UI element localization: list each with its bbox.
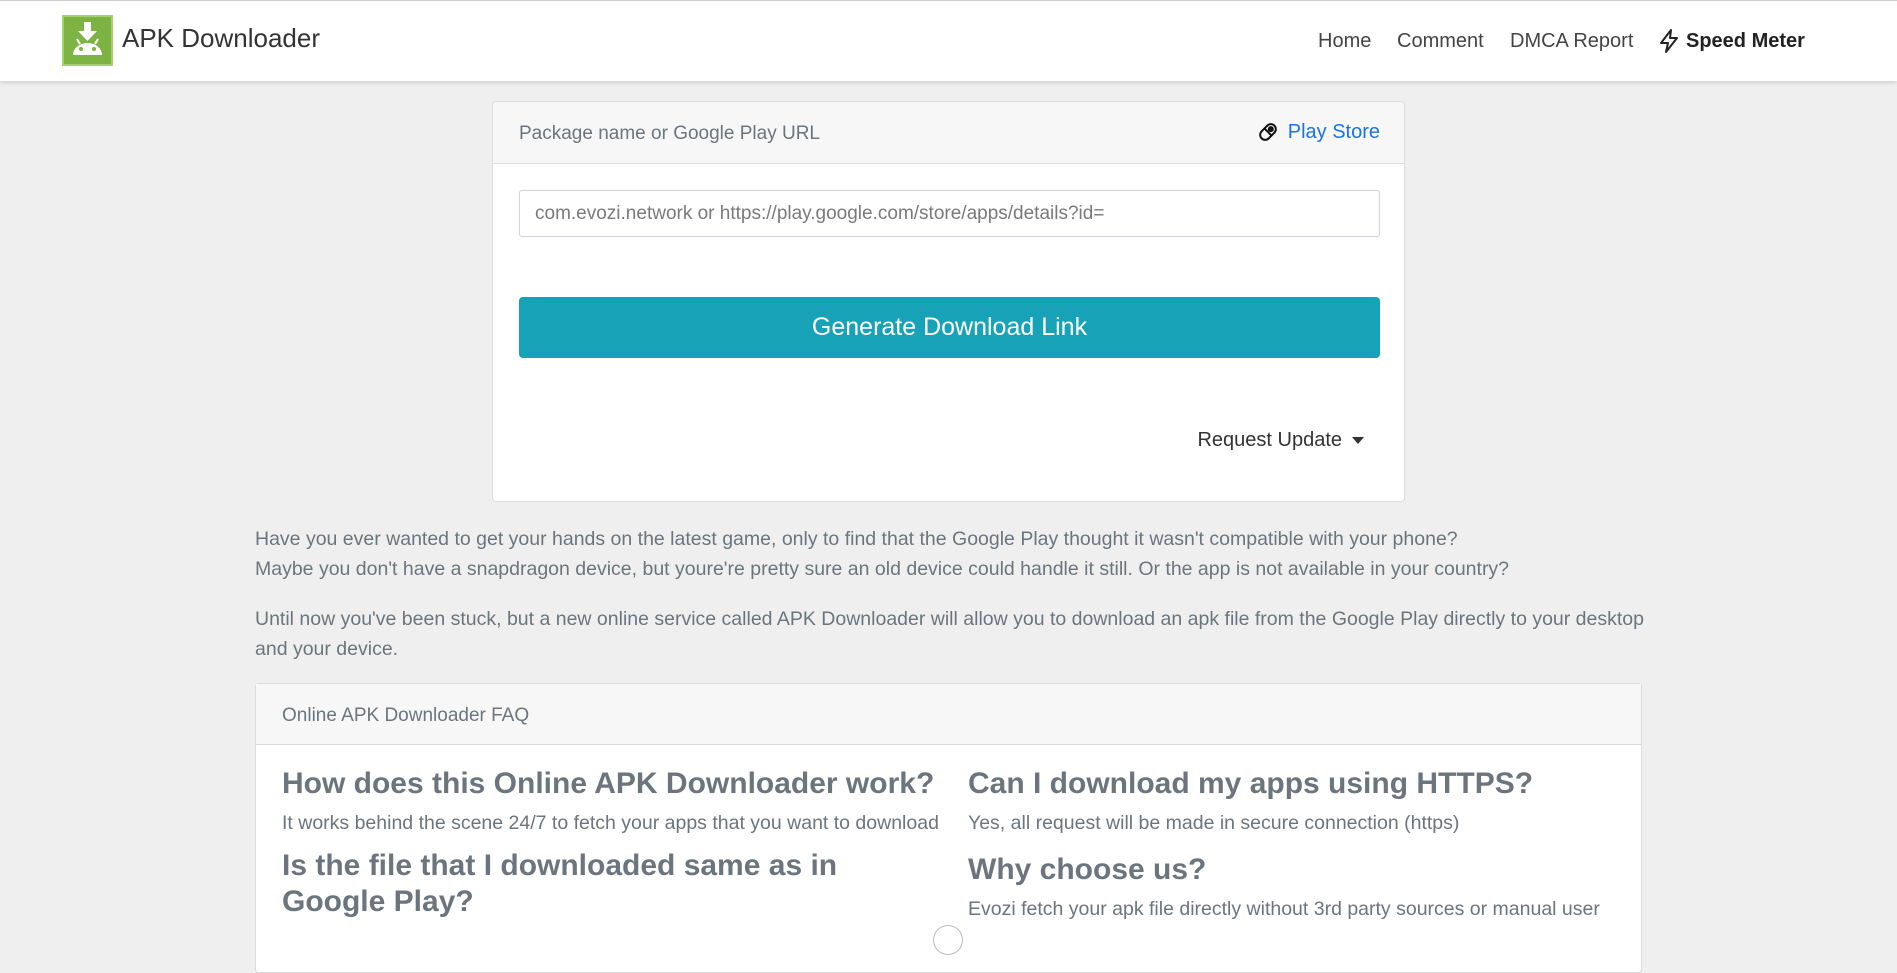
intro-paragraph-2: Until now you've been stuck, but a new o…	[255, 608, 1644, 660]
search-card: Package name or Google Play URL Play Sto…	[492, 101, 1405, 502]
top-navbar: APK Downloader Home Comment DMCA Report …	[0, 0, 1897, 81]
faq-question: Can I download my apps using HTTPS?	[968, 767, 1534, 800]
search-card-title: Package name or Google Play URL	[519, 123, 820, 144]
intro-paragraph-1: Have you ever wanted to get your hands o…	[255, 524, 1650, 584]
faq-header: Online APK Downloader FAQ	[256, 684, 1641, 745]
nav-dmca-report-link[interactable]: DMCA Report	[1510, 30, 1633, 53]
play-store-icon	[1258, 123, 1277, 141]
request-update-label: Request Update	[1197, 429, 1342, 451]
faq-question: How does this Online APK Downloader work…	[282, 767, 935, 800]
faq-answer: Yes, all request will be made in secure …	[968, 812, 1460, 834]
faq-answer: Evozi fetch your apk file directly witho…	[968, 898, 1600, 920]
faq-left-column: How does this Online APK Downloader work…	[282, 766, 942, 920]
nav-comment-link[interactable]: Comment	[1397, 30, 1484, 53]
generate-download-link-button[interactable]: Generate Download Link	[519, 297, 1380, 358]
faq-question: Is the file that I downloaded same as in…	[282, 849, 838, 918]
intro-line-2: Maybe you don't have a snapdragon device…	[255, 558, 1510, 580]
faq-title: Online APK Downloader FAQ	[282, 705, 530, 726]
scroll-hint-icon	[933, 925, 963, 955]
package-url-input[interactable]	[519, 190, 1380, 237]
android-download-icon[interactable]	[62, 15, 113, 66]
search-card-header: Package name or Google Play URL Play Sto…	[493, 102, 1404, 164]
speed-meter-label: Speed Meter	[1686, 29, 1805, 52]
play-store-link[interactable]: Play Store	[1256, 120, 1380, 144]
nav-home-link[interactable]: Home	[1318, 30, 1371, 53]
faq-question: Why choose us?	[968, 853, 1207, 886]
faq-right-column: Can I download my apps using HTTPS? Yes,…	[968, 766, 1628, 938]
intro-line-1: Have you ever wanted to get your hands o…	[255, 528, 1458, 550]
faq-answer: It works behind the scene 24/7 to fetch …	[282, 812, 939, 834]
request-update-dropdown[interactable]: Request Update	[1197, 429, 1364, 452]
play-store-label: Play Store	[1287, 120, 1380, 143]
nav-speed-meter-link[interactable]: Speed Meter	[1658, 28, 1805, 54]
brand-name[interactable]: APK Downloader	[122, 23, 320, 54]
lightning-bolt-icon	[1660, 29, 1678, 53]
caret-down-icon	[1352, 437, 1364, 444]
